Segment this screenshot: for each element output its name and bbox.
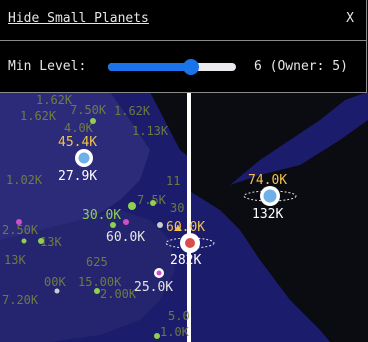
small-planet-icon[interactable] <box>94 288 100 294</box>
small-planet-icon[interactable] <box>16 219 22 225</box>
planet-silver-label: 25.0K <box>134 280 173 295</box>
small-planet-icon[interactable] <box>21 238 27 244</box>
map-border-line <box>187 92 191 342</box>
planet-energy-label: 74.0K <box>248 173 287 188</box>
small-planet-icon[interactable] <box>54 288 60 294</box>
planet-silver-label: 30.0K <box>82 208 121 223</box>
small-planet-icon[interactable] <box>154 333 160 339</box>
bg-label: 5.0 <box>168 309 190 323</box>
slider-thumb[interactable] <box>183 59 200 75</box>
small-planet-icon[interactable] <box>38 238 44 244</box>
bg-label: 30 <box>170 201 184 215</box>
min-level-label: Min Level: <box>8 59 87 74</box>
planet-silver-label: 282K <box>170 253 201 268</box>
planet-core <box>263 189 277 203</box>
planet-silver-label: 132K <box>252 207 283 222</box>
hide-small-planets-panel: Hide Small Planets X Min Level: 6 (Owner… <box>0 0 367 93</box>
panel-header: Hide Small Planets X <box>0 0 366 41</box>
bg-label: 7.20K <box>2 293 39 307</box>
planet-icon[interactable] <box>157 222 163 228</box>
level-readout: 6 (Owner: 5) <box>254 59 348 74</box>
planet-silver-label: 60.0K <box>106 230 145 245</box>
planet-core <box>156 270 162 276</box>
panel-body: Min Level: 6 (Owner: 5) <box>0 41 366 91</box>
bg-label: 7.50K <box>70 103 107 117</box>
bg-label: 4.0K <box>64 121 94 135</box>
planet-core <box>78 152 90 164</box>
close-button[interactable]: X <box>346 11 354 26</box>
planet-energy-label: 60.0K <box>166 220 205 235</box>
panel-title: Hide Small Planets <box>8 11 149 26</box>
small-planet-icon[interactable] <box>123 219 129 225</box>
bg-label: 1.0K <box>160 325 190 339</box>
bg-label: 1.62K <box>36 93 73 107</box>
planet-silver-label: 27.9K <box>58 169 97 184</box>
small-planet-icon[interactable] <box>150 200 156 206</box>
bg-label: 1.62K <box>114 104 151 118</box>
bg-label: 1.02K <box>6 173 43 187</box>
slider-fill <box>108 63 192 71</box>
bg-label: 00K <box>44 275 66 289</box>
bg-label: 1.62K <box>20 109 57 123</box>
planet-energy-label: 45.4K <box>58 135 97 150</box>
planet-core <box>185 238 195 248</box>
bg-label: 625 <box>86 255 108 269</box>
min-level-slider[interactable] <box>108 59 236 75</box>
bg-label: 13K <box>4 253 26 267</box>
bg-label: 2.00K <box>100 287 137 301</box>
planet-icon[interactable] <box>128 202 136 210</box>
bg-label: 11 <box>166 174 180 188</box>
bg-label: 2.50K <box>2 223 39 237</box>
bg-label: 1.13K <box>132 124 169 138</box>
small-planet-icon[interactable] <box>90 118 96 124</box>
